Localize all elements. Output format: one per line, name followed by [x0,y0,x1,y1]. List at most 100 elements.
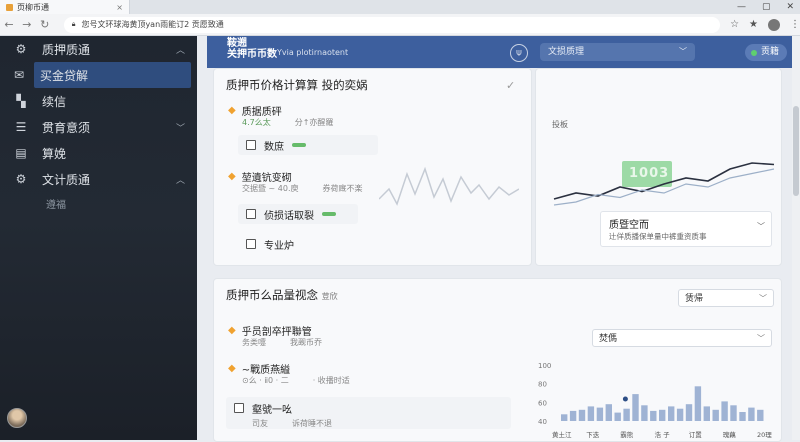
status-pill [292,143,306,147]
header-subtitle: Yvia plotirnaotent [277,48,349,57]
trend-label: 投板 [552,120,568,129]
chevron-down-icon: ﹀ [175,123,185,134]
x-tick-label: 订置 [689,431,703,439]
calc-row-2-sub-b: 券荷廐不楽 [322,184,363,193]
trend-panel: 投板 1003 质暨空而 辻佯质播保单量中裤重资质事 ﹀ [535,68,782,266]
page-scrollbar[interactable] [792,36,800,440]
checkbox-row-3[interactable]: 专业炉 [238,234,318,254]
minimize-icon[interactable]: — [737,0,746,14]
calc-row-1-sub-b: 分↑亦醒羅 [294,118,334,127]
sidebar: ⚙ 质押质通 ︿ ✉ 买金贷解 ▚ 续信 ☰ 贯育意须 ﹀ ▤ 算娩 ⚙ 文计质… [0,36,197,440]
reload-icon[interactable]: ↻ [36,18,54,31]
quality-checkbox-row[interactable]: 壑號一吆 司友 诉荷睡不退 [226,397,511,429]
scrollbar-thumb[interactable] [793,106,799,196]
y-tick-label: 40 [538,418,547,426]
quality-row-1-label: 乎员剖卒抨聯管 [241,327,312,338]
checkbox-sub-a: 司友 [252,419,268,428]
calc-row-1-sub-a: 4.7么太 [242,118,271,127]
star-icon[interactable]: ☆ [730,19,739,30]
checkbox-row-1[interactable]: 数庶 [238,135,378,155]
file-icon: ▤ [15,146,27,160]
quality-right-select[interactable]: 焚傌 ﹀ [592,329,772,347]
header-select[interactable]: 文损质理 ﹀ [540,43,695,61]
sidebar-item-label: 续信 [42,94,67,109]
quality-card-title-suffix: 荳欣 [321,292,338,301]
status-pill [322,212,336,216]
checkbox[interactable] [246,239,256,249]
quality-top-select[interactable]: 赁帰 ﹀ [678,289,774,307]
chevron-down-icon: ﹀ [757,222,765,231]
bar [703,406,710,421]
header-select-value: 文损质理 [548,47,585,57]
checkbox[interactable] [246,209,256,219]
checkbox-row-2[interactable]: 侦损话取裂 [238,204,358,224]
browser-tab[interactable]: 页柳币通 × [0,0,130,14]
x-tick-label: 20理 [757,431,772,439]
y-tick-label: 100 [538,362,551,370]
trend-line-chart [553,162,775,206]
select-value: 赁帰 [685,294,704,304]
quality-card: 质押币么品量视念 荳欣 赁帰 ﹀ ◆ 乎员剖卒抨聯管 务类嚏 我觋币乔 焚傌 ﹀… [213,278,782,442]
bar [614,412,621,421]
bar [748,407,755,421]
quality-row-1-title: ◆ 乎员剖卒抨聯管 [228,323,312,338]
sidebar-subitem[interactable]: 遵福 [0,192,197,214]
info-subtitle: 辻佯质播保单量中裤重资质事 [609,232,707,241]
y-tick-label: 80 [538,381,547,389]
grid-icon: ▚ [16,94,26,108]
quality-row-2-label: ~戰质燕縊 [241,365,291,376]
info-box[interactable]: 质暨空而 辻佯质播保单量中裤重资质事 ﹀ [600,211,772,247]
header-status-button[interactable]: 贡籍 [745,44,787,61]
sidebar-item-active[interactable]: 买金贷解 [34,62,191,88]
checkbox-label: 数庶 [264,141,284,153]
info-title: 质暨空而 [609,220,649,231]
x-tick-label: 黄土江 [552,430,572,439]
browser-tab-bar: 页柳币通 × — ▢ ✕ [0,0,800,14]
x-tick-label: 浩 子 [655,430,671,439]
extension-icon[interactable]: ★ [749,19,758,30]
check-icon: ✓ [506,79,516,92]
chevron-up-icon: ︿ [175,45,185,56]
notification-icon[interactable]: ⍦ [510,44,528,62]
maximize-icon[interactable]: ▢ [762,0,771,14]
checkbox-sublabels: 司友 诉荷睡不退 [252,418,332,429]
user-avatar[interactable] [7,408,27,428]
tab-close-icon[interactable]: × [116,3,123,12]
checkbox[interactable] [246,140,256,150]
bar [659,409,666,421]
bar [650,410,657,421]
calc-row-1-label: 质据质砰 [241,107,282,118]
bar [712,409,719,421]
checkbox[interactable] [234,403,244,413]
calc-row-2-label: 堃遺钪变砌 [241,173,292,184]
checkbox-sub-b: 诉荷睡不退 [292,419,332,428]
sidebar-item-pledge[interactable]: ⚙ 质押质通 ︿ [0,36,197,62]
sidebar-item-docs[interactable]: ⚙ 文计质通 ︿ [0,166,197,192]
sidebar-item-label: 质押质通 [42,42,91,57]
sidebar-item-calc[interactable]: ▤ 算娩 [0,140,197,166]
calc-card: 质押币价格计算算 投的奕娲 ✓ ◆ 质据质砰 4.7么太 分↑亦醒羅 数庶 ◆ … [213,68,532,266]
sidebar-item-education[interactable]: ☰ 贯育意须 ﹀ [0,114,197,140]
back-icon[interactable]: ← [0,18,18,31]
close-window-icon[interactable]: ✕ [786,0,794,14]
menu-icon[interactable]: ⋮ [790,19,800,30]
sidebar-item-label: 算娩 [42,146,67,161]
list-icon: ☰ [15,120,27,134]
highlight-point [622,396,628,402]
bar [676,408,684,421]
diamond-icon: ◆ [228,363,236,374]
bar [578,409,586,421]
diamond-icon: ◆ [228,105,236,116]
profile-avatar[interactable] [768,18,781,31]
sidebar-item-label: 买金贷解 [40,68,89,83]
quality-row-1-sub-b: 我觋币乔 [290,338,322,347]
sidebar-item-trust[interactable]: ▚ 续信 [0,88,197,114]
bar [739,412,746,421]
quality-checkbox-text: 壑號一吆 司友 诉荷睡不退 [252,401,332,429]
lock-icon: 🔒︎ [71,20,76,28]
diamond-icon: ◆ [228,325,236,336]
forward-icon[interactable]: → [18,18,36,31]
url-field[interactable]: 🔒︎ 您号文环球海黄顶yan雨能订2 贡愿致通 [63,16,721,33]
bar [757,409,764,421]
chevron-down-icon: ﹀ [679,47,687,56]
